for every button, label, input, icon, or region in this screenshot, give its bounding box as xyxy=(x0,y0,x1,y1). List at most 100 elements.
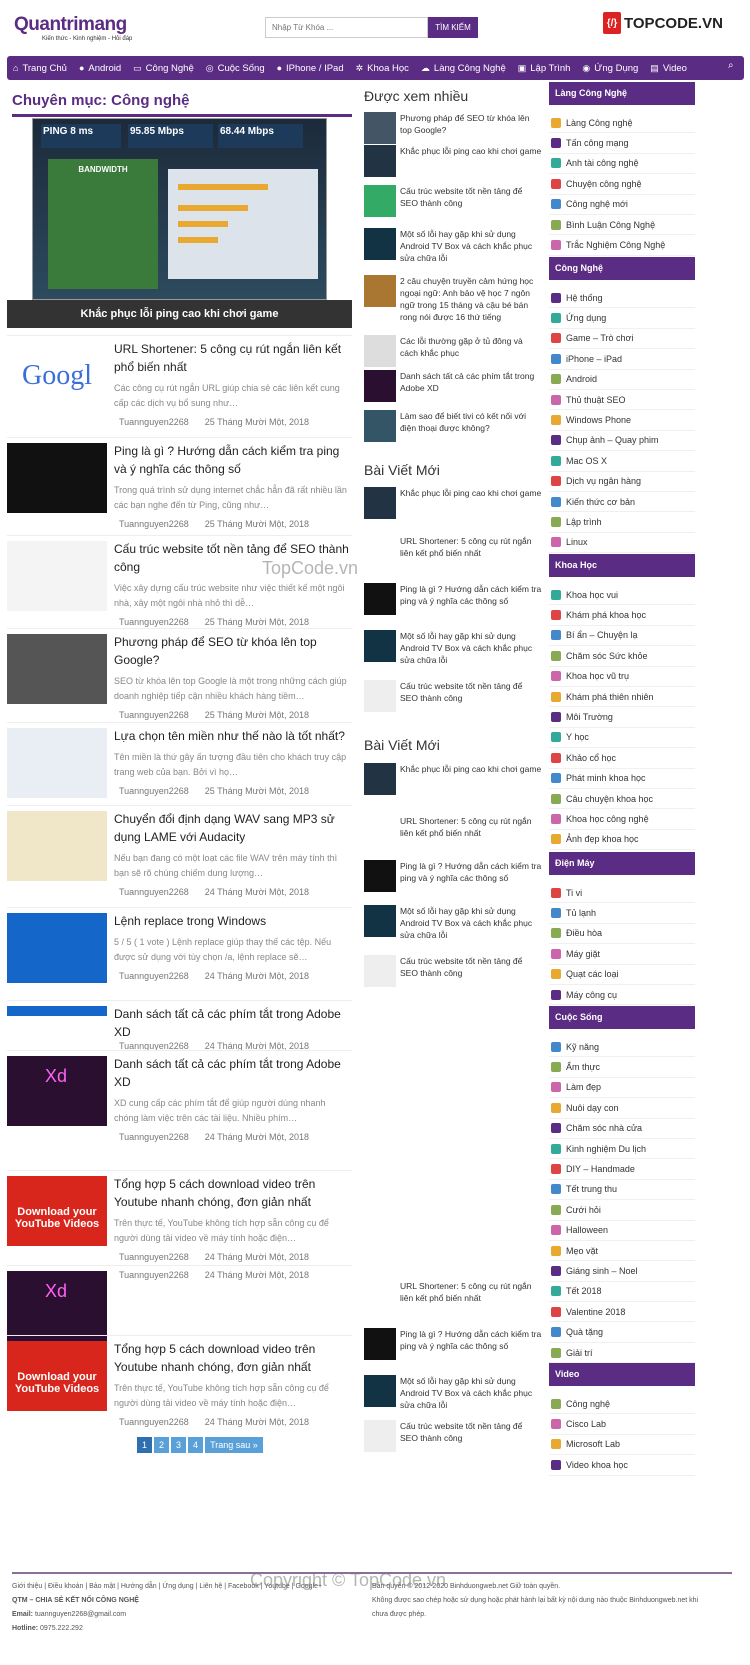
article-item[interactable]: Download your YouTube Videos Tổng hợp 5 c… xyxy=(7,1170,352,1262)
article-item[interactable]: Lựa chọn tên miền như thế nào là tốt nhấ… xyxy=(7,722,352,798)
widget-post[interactable]: Phương pháp để SEO từ khóa lên top Googl… xyxy=(364,112,542,144)
widget-post[interactable]: Ping là gì ? Hướng dẫn cách kiểm tra pin… xyxy=(364,583,542,615)
sidebar-item[interactable]: Bí ẩn – Chuyện lạ xyxy=(549,626,695,647)
sidebar-item[interactable]: Tấn công mạng xyxy=(549,133,695,154)
sidebar-item[interactable]: Chuyện công nghệ xyxy=(549,174,695,195)
article-title[interactable]: Lựa chọn tên miền như thế nào là tốt nhấ… xyxy=(114,727,352,745)
sidebar-item[interactable]: Linux xyxy=(549,533,695,554)
sidebar-item[interactable]: Giải trí xyxy=(549,1343,695,1364)
sidebar-item[interactable]: Valentine 2018 xyxy=(549,1302,695,1323)
article-thumbnail[interactable] xyxy=(7,443,107,513)
footer-email[interactable]: tuannguyen2268@gmail.com xyxy=(35,1611,126,1618)
post-thumbnail[interactable] xyxy=(364,228,396,260)
post-thumbnail[interactable] xyxy=(364,630,396,662)
sidebar-item[interactable]: Anh tài công nghệ xyxy=(549,154,695,175)
sidebar-item[interactable]: Công nghệ xyxy=(549,1394,695,1415)
widget-post[interactable]: Một số lỗi hay gặp khi sử dụng Android T… xyxy=(364,905,542,941)
sidebar-item[interactable]: Lập trình xyxy=(549,512,695,533)
sidebar-item[interactable]: Khoa học vũ trụ xyxy=(549,667,695,687)
post-title[interactable]: Các lỗi thường gặp ở tủ đông và cách khắ… xyxy=(400,335,542,367)
article-title[interactable]: Phương pháp để SEO từ khóa lên top Googl… xyxy=(114,633,352,669)
sidebar-item[interactable]: Công nghệ mới xyxy=(549,195,695,215)
sidebar-item[interactable]: Thủ thuật SEO xyxy=(549,390,695,411)
article-author[interactable]: Tuannguyen2268 xyxy=(119,710,189,720)
post-title[interactable]: Ping là gì ? Hướng dẫn cách kiểm tra pin… xyxy=(400,860,542,892)
post-thumbnail[interactable] xyxy=(364,955,396,987)
post-title[interactable]: URL Shortener: 5 công cụ rút ngắn liên k… xyxy=(400,1280,542,1312)
widget-post[interactable]: URL Shortener: 5 công cụ rút ngắn liên k… xyxy=(364,535,542,567)
article-item[interactable]: Cấu trúc website tốt nền tảng để SEO thà… xyxy=(7,535,352,627)
article-thumbnail[interactable] xyxy=(7,1006,107,1016)
article-author[interactable]: Tuannguyen2268 xyxy=(119,1252,189,1262)
post-title[interactable]: Phương pháp để SEO từ khóa lên top Googl… xyxy=(400,112,542,144)
post-thumbnail[interactable] xyxy=(364,680,396,712)
article-item[interactable]: Xd Danh sách tất cả các phím tắt trong Ad… xyxy=(7,1050,352,1142)
next-page-button[interactable]: Trang sau » xyxy=(205,1437,263,1453)
nav-item[interactable]: ● IPhone / IPad xyxy=(277,63,344,74)
widget-post[interactable]: Cấu trúc website tốt nền tảng để SEO thà… xyxy=(364,955,542,987)
sidebar-item[interactable]: Halloween xyxy=(549,1221,695,1241)
widget-post[interactable]: Ping là gì ? Hướng dẫn cách kiểm tra pin… xyxy=(364,1328,542,1360)
post-thumbnail[interactable] xyxy=(364,1280,396,1312)
sidebar-item[interactable]: Ti vi xyxy=(549,883,695,904)
search-icon[interactable]: ⌕ xyxy=(728,60,734,71)
post-thumbnail[interactable] xyxy=(364,487,396,519)
widget-post[interactable]: Một số lỗi hay gặp khi sử dụng Android T… xyxy=(364,630,542,666)
sidebar-item[interactable]: Tủ lạnh xyxy=(549,903,695,924)
article-thumbnail[interactable] xyxy=(7,634,107,704)
post-title[interactable]: Khắc phục lỗi ping cao khi chơi game xyxy=(400,145,541,177)
post-title[interactable]: 2 câu chuyện truyền cảm hứng học ngoại n… xyxy=(400,275,542,323)
sidebar-item[interactable]: Android xyxy=(549,370,695,390)
sidebar-item[interactable]: Microsoft Lab xyxy=(549,1435,695,1456)
article-thumbnail[interactable]: Download your YouTube Videos xyxy=(7,1341,107,1411)
nav-item[interactable]: ☁ Làng Công Nghệ xyxy=(421,63,506,74)
article-title[interactable]: Ping là gì ? Hướng dẫn cách kiểm tra pin… xyxy=(114,442,352,478)
article-thumbnail[interactable] xyxy=(7,728,107,798)
widget-post[interactable]: Một số lỗi hay gặp khi sử dụng Android T… xyxy=(364,1375,542,1411)
sidebar-item[interactable]: Nuôi dạy con xyxy=(549,1098,695,1119)
post-title[interactable]: Khắc phục lỗi ping cao khi chơi game xyxy=(400,763,541,795)
article-thumbnail[interactable]: Download your YouTube Videos xyxy=(7,1176,107,1246)
nav-item[interactable]: ▣ Lập Trình xyxy=(518,63,571,74)
post-title[interactable]: Cấu trúc website tốt nền tảng để SEO thà… xyxy=(400,955,542,987)
article-title[interactable]: Tổng hợp 5 cách download video trên Yout… xyxy=(114,1175,352,1211)
post-title[interactable]: Một số lỗi hay gặp khi sử dụng Android T… xyxy=(400,228,542,264)
article-title[interactable]: URL Shortener: 5 công cụ rút ngắn liên k… xyxy=(114,340,352,376)
sidebar-item[interactable]: Máy công cụ xyxy=(549,985,695,1006)
widget-post[interactable]: Khắc phục lỗi ping cao khi chơi game xyxy=(364,145,542,177)
featured-image[interactable]: PING 8 ms 95.85 Mbps 68.44 Mbps BANDWIDT… xyxy=(32,118,327,300)
article-item[interactable]: Chuyển đổi định dạng WAV sang MP3 sử dụn… xyxy=(7,805,352,897)
article-author[interactable]: Tuannguyen2268 xyxy=(119,786,189,796)
sidebar-item[interactable]: Câu chuyện khoa học xyxy=(549,789,695,810)
nav-item[interactable]: ✲ Khoa Học xyxy=(356,63,409,74)
post-title[interactable]: URL Shortener: 5 công cụ rút ngắn liên k… xyxy=(400,535,542,567)
article-author[interactable]: Tuannguyen2268 xyxy=(119,417,189,427)
widget-post[interactable]: URL Shortener: 5 công cụ rút ngắn liên k… xyxy=(364,815,542,847)
article-thumbnail[interactable]: Xd xyxy=(7,1271,107,1341)
article-item[interactable]: Phương pháp để SEO từ khóa lên top Googl… xyxy=(7,628,352,720)
sidebar-item[interactable]: Windows Phone xyxy=(549,410,695,431)
sidebar-item[interactable]: Máy giặt xyxy=(549,944,695,965)
post-title[interactable]: Ping là gì ? Hướng dẫn cách kiểm tra pin… xyxy=(400,1328,542,1360)
sidebar-item[interactable]: iPhone – iPad xyxy=(549,349,695,370)
article-title[interactable]: Tổng hợp 5 cách download video trên Yout… xyxy=(114,1340,352,1376)
widget-post[interactable]: URL Shortener: 5 công cụ rút ngắn liên k… xyxy=(364,1280,542,1312)
sidebar-item[interactable]: Y học xyxy=(549,728,695,749)
post-title[interactable]: Một số lỗi hay gặp khi sử dụng Android T… xyxy=(400,1375,542,1411)
article-thumbnail[interactable] xyxy=(7,811,107,881)
widget-post[interactable]: Cấu trúc website tốt nền tảng để SEO thà… xyxy=(364,1420,542,1452)
post-thumbnail[interactable] xyxy=(364,860,396,892)
sidebar-item[interactable]: Chụp ảnh – Quay phim xyxy=(549,431,695,452)
widget-post[interactable]: Các lỗi thường gặp ở tủ đông và cách khắ… xyxy=(364,335,542,367)
article-item[interactable]: Download your YouTube Videos Tổng hợp 5 c… xyxy=(7,1335,352,1427)
sidebar-item[interactable]: Chăm sóc Sức khỏe xyxy=(549,646,695,667)
article-item[interactable]: Xd Tuannguyen2268 24 Tháng Mười Một, 2018 xyxy=(7,1265,352,1341)
widget-post[interactable]: Cấu trúc website tốt nền tảng để SEO thà… xyxy=(364,185,542,217)
article-author[interactable]: Tuannguyen2268 xyxy=(119,1132,189,1142)
sidebar-item[interactable]: Kinh nghiệm Du lịch xyxy=(549,1139,695,1160)
widget-post[interactable]: Danh sách tất cả các phím tắt trong Adob… xyxy=(364,370,542,402)
sidebar-item[interactable]: Kỹ năng xyxy=(549,1037,695,1058)
featured-post[interactable]: PING 8 ms 95.85 Mbps 68.44 Mbps BANDWIDT… xyxy=(7,118,352,328)
widget-post[interactable]: Khắc phục lỗi ping cao khi chơi game xyxy=(364,487,542,519)
sidebar-item[interactable]: Khảo cổ học xyxy=(549,748,695,769)
